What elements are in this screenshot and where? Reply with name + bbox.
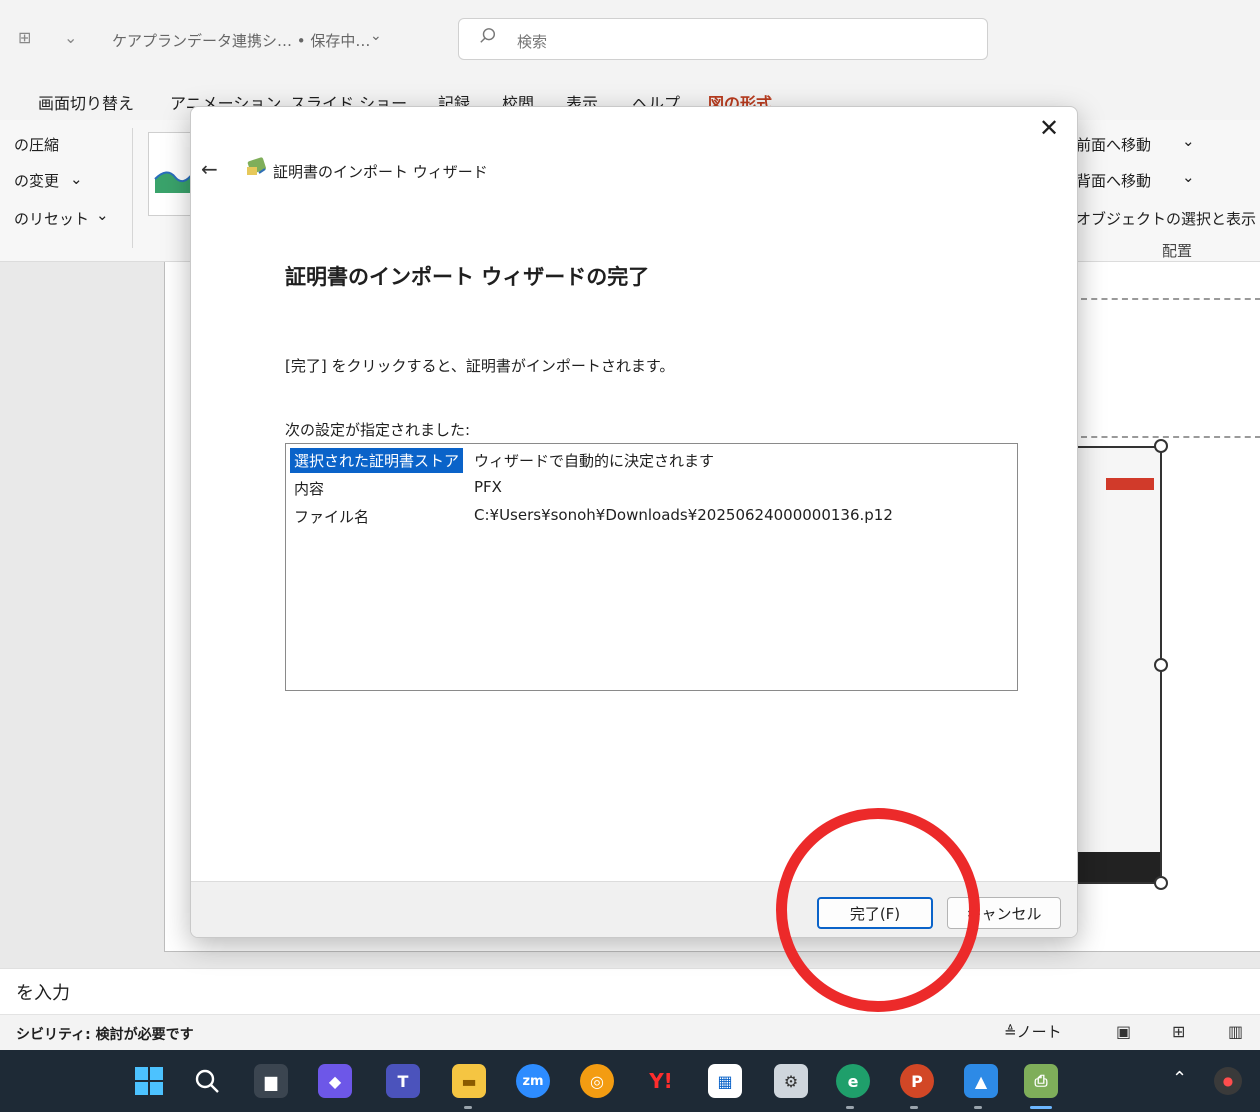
selection-pane-button[interactable]: オブジェクトの選択と表示 bbox=[1076, 208, 1256, 229]
document-title[interactable]: ケアプランデータ連携シ… • 保存中… bbox=[112, 30, 370, 51]
setting-key: 選択された証明書ストア bbox=[290, 448, 464, 473]
certificate-wizard-taskbar-icon[interactable]: ⎙ bbox=[1024, 1064, 1058, 1098]
chevron-down-icon[interactable]: ⌄ bbox=[96, 206, 109, 224]
change-picture-button[interactable]: の変更 bbox=[14, 170, 59, 191]
browser-app-icon[interactable]: ◎ bbox=[580, 1064, 614, 1098]
placeholder-border bbox=[1081, 298, 1260, 300]
tab-transitions[interactable]: 画面切り替え bbox=[38, 90, 134, 114]
compress-pictures-button[interactable]: の圧縮 bbox=[14, 134, 59, 155]
setting-value: C:¥Users¥sonoh¥Downloads¥202506240000001… bbox=[474, 506, 893, 524]
notes-button[interactable]: ≜ノート bbox=[1004, 1021, 1062, 1042]
dialog-footer: 完了(F) キャンセル bbox=[191, 881, 1077, 937]
task-view-icon[interactable]: ▆ bbox=[254, 1064, 288, 1098]
back-arrow-icon[interactable]: ← bbox=[201, 157, 218, 181]
store-icon[interactable]: ▦ bbox=[708, 1064, 742, 1098]
quick-access-dropdown-icon[interactable]: ⌄ bbox=[64, 28, 77, 47]
photos-icon[interactable]: ▲ bbox=[964, 1064, 998, 1098]
powerpoint-icon[interactable]: P bbox=[900, 1064, 934, 1098]
search-box[interactable]: 検索 bbox=[458, 18, 988, 60]
status-bar: シビリティ: 検討が必要です ≜ノート ▣ ⊞ ▥ bbox=[0, 1014, 1260, 1050]
chevron-down-icon[interactable]: ⌄ bbox=[370, 28, 382, 44]
start-icon[interactable] bbox=[132, 1064, 166, 1098]
list-item[interactable]: ファイル名 C:¥Users¥sonoh¥Downloads¥202506240… bbox=[290, 504, 1010, 528]
resize-handle-bottom-right[interactable] bbox=[1154, 876, 1168, 890]
running-indicator bbox=[974, 1106, 982, 1109]
certificate-import-wizard-dialog: ✕ ← 証明書のインポート ウィザード 証明書のインポート ウィザードの完了 [… bbox=[190, 106, 1078, 938]
setting-key: 内容 bbox=[294, 480, 325, 498]
teams-icon[interactable]: T bbox=[386, 1064, 420, 1098]
tray-app-icon[interactable]: ● bbox=[1214, 1067, 1242, 1095]
setting-value: PFX bbox=[474, 478, 502, 496]
tray-chevron-icon[interactable]: ⌃ bbox=[1172, 1068, 1187, 1089]
instruction-text: [完了] をクリックすると、証明書がインポートされます。 bbox=[285, 357, 675, 375]
settings-app-icon[interactable]: ⚙ bbox=[774, 1064, 808, 1098]
list-item[interactable]: 選択された証明書ストア ウィザードで自動的に決定されます bbox=[290, 448, 1010, 473]
normal-view-icon[interactable]: ▣ bbox=[1116, 1022, 1131, 1041]
certificate-icon bbox=[247, 157, 266, 175]
copilot-icon[interactable]: ◆ bbox=[318, 1064, 352, 1098]
settings-list[interactable]: 選択された証明書ストア ウィザードで自動的に決定されます 内容 PFX ファイル… bbox=[285, 443, 1018, 691]
save-icon[interactable]: ⊞ bbox=[18, 28, 31, 47]
reset-picture-button[interactable]: のリセット bbox=[14, 208, 89, 229]
accessibility-status[interactable]: シビリティ: 検討が必要です bbox=[16, 1024, 194, 1044]
setting-value: ウィザードで自動的に決定されます bbox=[474, 452, 715, 470]
slide-sorter-icon[interactable]: ⊞ bbox=[1172, 1022, 1185, 1041]
bring-forward-button[interactable]: 前面へ移動 bbox=[1076, 134, 1151, 155]
ribbon-separator bbox=[132, 128, 133, 248]
resize-handle-top-right[interactable] bbox=[1154, 439, 1168, 453]
mini-share-button bbox=[1106, 478, 1154, 490]
chevron-down-icon[interactable]: ⌄ bbox=[70, 170, 83, 188]
setting-key: ファイル名 bbox=[294, 508, 370, 526]
zoom-icon[interactable]: zm bbox=[516, 1064, 550, 1098]
close-button[interactable]: ✕ bbox=[1033, 113, 1065, 145]
mini-taskbar bbox=[1078, 852, 1160, 882]
running-indicator bbox=[846, 1106, 854, 1109]
send-backward-button[interactable]: 背面へ移動 bbox=[1076, 170, 1151, 191]
active-app-indicator bbox=[1030, 1106, 1052, 1109]
list-item[interactable]: 内容 PFX bbox=[290, 476, 1010, 500]
title-bar: ⊞ ⌄ ケアプランデータ連携シ… • 保存中… ⌄ 検索 bbox=[0, 0, 1260, 82]
chevron-down-icon[interactable]: ⌄ bbox=[1182, 132, 1195, 150]
yahoo-icon[interactable]: Y! bbox=[644, 1064, 678, 1098]
placeholder-border bbox=[1081, 436, 1260, 438]
arrange-group-label: 配置 bbox=[1162, 242, 1193, 260]
taskbar: ▆ ◆ T ▬ zm ◎ Y! ▦ ⚙ e P ▲ ⎙ ⌃ ● bbox=[0, 1050, 1260, 1112]
search-placeholder: 検索 bbox=[517, 33, 548, 51]
search-icon bbox=[480, 28, 496, 43]
wizard-title: 証明書のインポート ウィザード bbox=[273, 163, 488, 181]
running-indicator bbox=[464, 1106, 472, 1109]
reading-view-icon[interactable]: ▥ bbox=[1228, 1022, 1243, 1041]
resize-handle-right[interactable] bbox=[1154, 658, 1168, 672]
file-explorer-icon[interactable]: ▬ bbox=[452, 1064, 486, 1098]
chevron-down-icon[interactable]: ⌄ bbox=[1182, 168, 1195, 186]
cancel-button[interactable]: キャンセル bbox=[947, 897, 1061, 929]
page-title: 証明書のインポート ウィザードの完了 bbox=[285, 265, 650, 289]
running-indicator bbox=[910, 1106, 918, 1109]
selected-screenshot-image[interactable] bbox=[1076, 446, 1162, 884]
settings-label: 次の設定が指定されました: bbox=[285, 421, 471, 439]
finish-button[interactable]: 完了(F) bbox=[817, 897, 933, 929]
search-icon[interactable] bbox=[190, 1064, 224, 1098]
edge-icon[interactable]: e bbox=[836, 1064, 870, 1098]
notes-pane[interactable]: を入力 bbox=[0, 968, 1260, 1014]
notes-button-label: ノート bbox=[1016, 1023, 1062, 1041]
notes-icon: ≜ bbox=[1004, 1023, 1017, 1041]
notes-placeholder: を入力 bbox=[16, 983, 70, 1004]
